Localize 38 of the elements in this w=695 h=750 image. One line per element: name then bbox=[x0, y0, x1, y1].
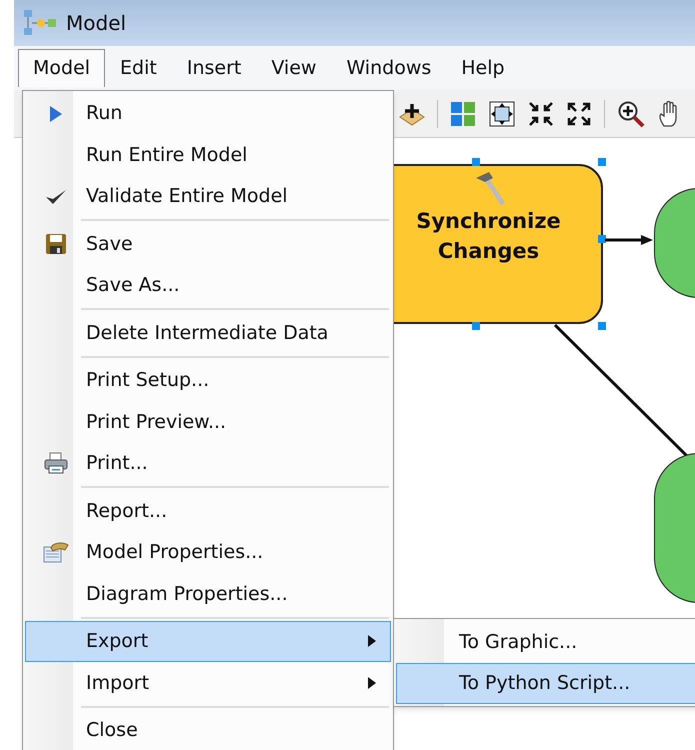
menu-item[interactable]: Run bbox=[25, 93, 391, 134]
menu-item[interactable]: Close bbox=[25, 710, 391, 750]
menu-bar-item[interactable]: Insert bbox=[172, 49, 256, 87]
printer-icon bbox=[44, 452, 68, 474]
menu-item[interactable]: Print Setup... bbox=[25, 360, 391, 402]
menu-item[interactable]: Print Preview... bbox=[25, 401, 391, 443]
selection-handle[interactable] bbox=[472, 158, 480, 166]
checkmark-icon bbox=[45, 188, 67, 206]
grid-layout-icon[interactable] bbox=[450, 100, 476, 126]
zoom-in-icon[interactable] bbox=[617, 100, 645, 128]
menu-bar-item[interactable]: Help bbox=[446, 49, 520, 87]
menu-bar-item[interactable]: Edit bbox=[105, 49, 172, 87]
connector-arrow bbox=[605, 234, 655, 246]
tool-node-label: Synchronize Changes bbox=[415, 208, 562, 265]
menu-bar-item[interactable]: View bbox=[256, 49, 332, 87]
shrink-arrows-icon[interactable] bbox=[528, 100, 554, 126]
menu-item[interactable]: Import bbox=[25, 662, 391, 704]
selection-handle[interactable] bbox=[598, 158, 606, 166]
menu-item[interactable]: Report... bbox=[25, 490, 391, 532]
submenu-item[interactable]: To Python Script... bbox=[396, 662, 695, 704]
menu-item[interactable]: Model Properties... bbox=[25, 532, 391, 574]
menu-bar-item[interactable]: Model bbox=[18, 49, 106, 87]
selection-handle[interactable] bbox=[598, 322, 606, 330]
window-title: Model bbox=[66, 10, 126, 37]
menu-bar-item[interactable]: Windows bbox=[331, 49, 446, 87]
play-icon bbox=[49, 104, 63, 123]
submenu-arrow-icon bbox=[368, 635, 376, 648]
expand-arrows-icon[interactable] bbox=[566, 100, 592, 126]
menu-item[interactable]: Diagram Properties... bbox=[25, 573, 391, 615]
properties-icon bbox=[43, 541, 69, 564]
selection-handle[interactable] bbox=[472, 322, 480, 330]
submenu-item[interactable]: To Graphic... bbox=[396, 622, 695, 662]
menu-item[interactable]: Export bbox=[25, 620, 391, 662]
selection-handle[interactable] bbox=[598, 235, 606, 243]
menu-item[interactable]: Print... bbox=[25, 442, 391, 484]
submenu-arrow-icon bbox=[368, 676, 376, 689]
model-app-icon bbox=[22, 8, 58, 38]
full-extent-icon[interactable] bbox=[488, 100, 516, 128]
